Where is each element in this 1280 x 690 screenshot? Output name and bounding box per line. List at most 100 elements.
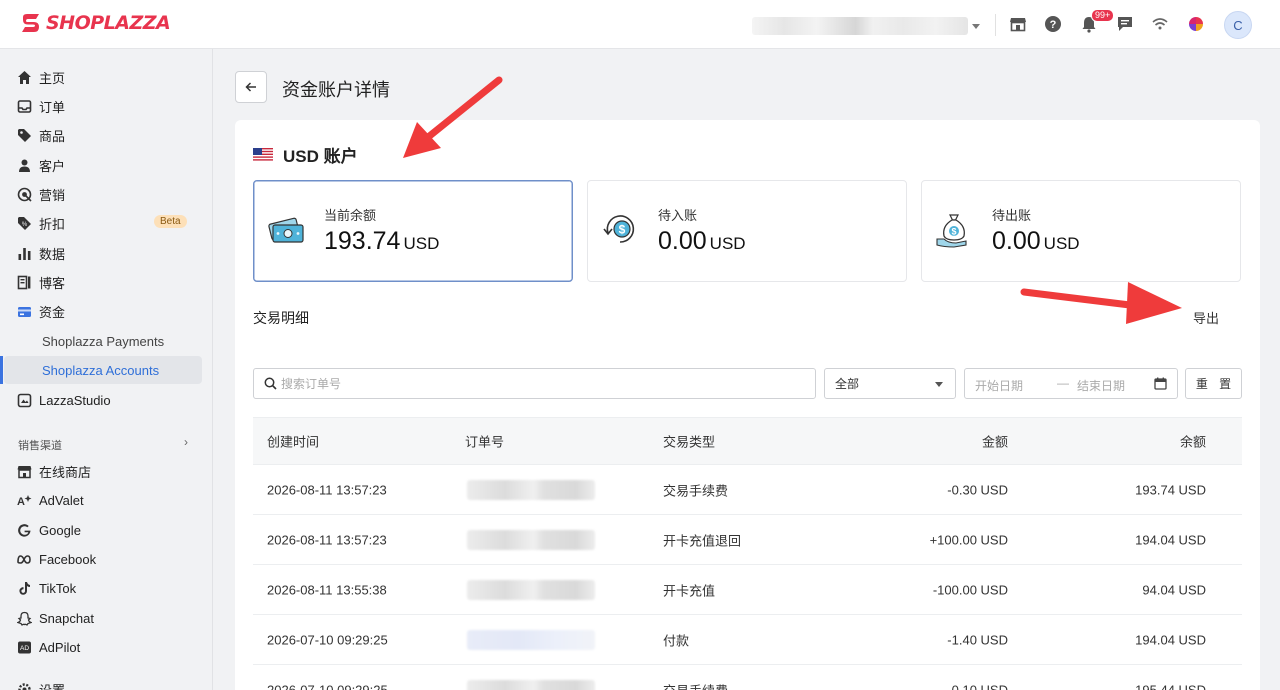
store-switcher[interactable]	[752, 15, 980, 37]
sidebar-item-label: 数据	[39, 246, 66, 262]
wifi-icon[interactable]	[1150, 14, 1170, 34]
balance-currency: USD	[1043, 234, 1080, 253]
advalet-icon: A	[16, 492, 32, 508]
balance-label: 待出账	[992, 208, 1032, 223]
balance-amount: 0.00 USD	[992, 227, 1080, 256]
svg-text:AD: AD	[19, 645, 28, 652]
table-header: 创建时间 订单号 交易类型 金额 余额	[253, 417, 1242, 465]
reset-button[interactable]: 重 置	[1185, 368, 1242, 399]
shoplazza-logo[interactable]: SHOPLAZZA	[20, 12, 171, 34]
sidebar-item-online-store[interactable]: 在线商店	[0, 457, 213, 485]
sidebar-item-finance[interactable]: 资金	[0, 297, 213, 325]
page-title: 资金账户详情	[282, 80, 390, 100]
google-icon	[16, 522, 32, 538]
sidebar-item-snapchat[interactable]: Snapchat	[0, 604, 213, 632]
balance-amount: 193.74 USD	[324, 227, 439, 256]
sidebar-item-facebook[interactable]: Facebook	[0, 545, 213, 573]
sidebar-item-label: LazzaStudio	[39, 392, 111, 408]
person-icon	[16, 157, 32, 173]
sidebar-item-lazzastudio[interactable]: LazzaStudio	[0, 386, 213, 414]
table-row[interactable]: 2026-08-11 13:57:23 开卡充值退回 +100.00 USD 1…	[253, 515, 1242, 565]
beta-badge: Beta	[154, 215, 187, 228]
avatar[interactable]: C	[1224, 11, 1252, 39]
notification-badge: 99+	[1091, 9, 1115, 22]
transactions-table: 创建时间 订单号 交易类型 金额 余额 2026-08-11 13:57:23 …	[253, 417, 1242, 690]
store-name-redacted	[752, 17, 968, 35]
balance-currency: USD	[709, 234, 746, 253]
chevron-down-icon	[972, 23, 980, 29]
top-bar: SHOPLAZZA ? 99+ C	[0, 0, 1280, 49]
table-row[interactable]: 2026-07-10 09:29:25 交易手续费 -0.10 USD 195.…	[253, 665, 1242, 690]
order-number-redacted	[467, 579, 595, 600]
store-icon[interactable]	[1008, 14, 1028, 34]
sidebar-item-tiktok[interactable]: TikTok	[0, 574, 213, 602]
sidebar-item-discounts[interactable]: % 折扣 Beta	[0, 209, 213, 237]
sidebar-item-label: AdValet	[39, 492, 84, 508]
sidebar-item-customers[interactable]: 客户	[0, 151, 213, 179]
balance-card-current[interactable]: 当前余额 193.74 USD	[253, 180, 573, 282]
sidebar-item-settings[interactable]: 设置	[0, 675, 213, 690]
date-range-picker[interactable]: 开始日期 — 结束日期	[964, 368, 1178, 399]
sidebar-item-adpilot[interactable]: AD AdPilot	[0, 633, 213, 661]
color-wheel-icon[interactable]	[1186, 14, 1206, 34]
sidebar-item-label: 资金	[39, 304, 66, 320]
table-row[interactable]: 2026-08-11 13:57:23 交易手续费 -0.30 USD 193.…	[253, 465, 1242, 515]
sidebar-item-google[interactable]: Google	[0, 516, 213, 544]
cell-type: 交易手续费	[663, 483, 729, 498]
arrow-left-icon	[245, 82, 256, 92]
sidebar-item-analytics[interactable]: 数据	[0, 239, 213, 267]
sidebar-item-label: AdPilot	[39, 639, 81, 655]
cell-amount: -0.30 USD	[947, 482, 1008, 497]
chevron-right-icon[interactable]: ›	[184, 435, 188, 449]
cell-time: 2026-08-11 13:55:38	[267, 582, 387, 597]
annotation-arrow-export	[1020, 282, 1182, 324]
back-button[interactable]	[235, 71, 267, 103]
cell-amount: +100.00 USD	[929, 532, 1008, 547]
export-button[interactable]: 导出	[1193, 308, 1219, 327]
balance-value: 0.00	[658, 227, 707, 255]
sidebar-item-products[interactable]: 商品	[0, 121, 213, 149]
sidebar-item-blog[interactable]: 博客	[0, 268, 213, 296]
column-header-created-time: 创建时间	[267, 434, 320, 450]
balance-amount: 0.00 USD	[658, 227, 746, 256]
end-date-input[interactable]: 结束日期	[1077, 377, 1125, 394]
sidebar-item-label: Google	[39, 522, 81, 538]
balance-label: 待入账	[658, 208, 698, 223]
discount-icon: %	[16, 215, 32, 231]
table-row[interactable]: 2026-08-11 13:55:38 开卡充值 -100.00 USD 94.…	[253, 565, 1242, 615]
sidebar-item-label: 客户	[39, 158, 66, 174]
sidebar-item-orders[interactable]: 订单	[0, 92, 213, 120]
transaction-type-select[interactable]: 全部	[824, 368, 956, 399]
money-bag-hand-icon: $	[936, 214, 967, 248]
chat-icon[interactable]	[1115, 14, 1135, 34]
table-row[interactable]: 2026-07-10 09:29:25 付款 -1.40 USD 194.04 …	[253, 615, 1242, 665]
help-icon[interactable]: ?	[1043, 14, 1063, 34]
search-input[interactable]: 搜索订单号	[253, 368, 816, 399]
column-header-amount: 金额	[981, 434, 1008, 450]
svg-text:%: %	[21, 222, 27, 228]
sidebar-item-label: 营销	[39, 187, 66, 203]
account-title: USD 账户	[283, 147, 358, 166]
balance-card-pending-in[interactable]: $ 待入账 0.00 USD	[587, 180, 907, 282]
divider	[995, 14, 996, 36]
cell-amount: -100.00 USD	[932, 582, 1008, 597]
svg-text:$: $	[951, 227, 956, 237]
sidebar-item-marketing[interactable]: 营销	[0, 180, 213, 208]
cell-balance: 194.04 USD	[1135, 632, 1206, 647]
column-header-order-number: 订单号	[465, 434, 505, 450]
cash-icon	[268, 217, 304, 243]
annotation-arrow-account	[403, 76, 503, 158]
balance-card-pending-out[interactable]: $ 待出账 0.00 USD	[921, 180, 1241, 282]
sidebar-subitem-shoplazza-accounts[interactable]: Shoplazza Accounts	[0, 356, 202, 384]
order-number-redacted	[467, 629, 595, 650]
lazzastudio-icon	[16, 392, 32, 408]
sidebar-item-label: 折扣	[39, 216, 66, 232]
order-number-redacted	[467, 679, 595, 690]
start-date-input[interactable]: 开始日期	[975, 377, 1023, 394]
gear-icon	[16, 681, 32, 690]
svg-text:$: $	[619, 223, 626, 237]
sidebar-item-home[interactable]: 主页	[0, 63, 213, 91]
meta-icon	[16, 551, 32, 567]
sidebar-subitem-shoplazza-payments[interactable]: Shoplazza Payments	[4, 327, 202, 355]
sidebar-item-advalet[interactable]: A AdValet	[0, 486, 213, 514]
